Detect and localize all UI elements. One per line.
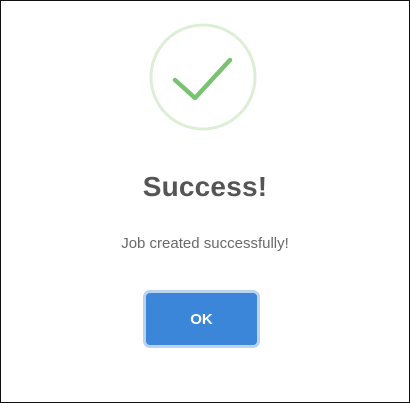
dialog-message: Job created successfully! xyxy=(121,235,289,252)
success-icon-ring xyxy=(149,23,257,131)
ok-button[interactable]: OK xyxy=(146,293,257,345)
dialog-frame: Success! Job created successfully! OK xyxy=(0,0,410,403)
checkmark-success-icon xyxy=(149,23,257,131)
success-dialog: Success! Job created successfully! OK xyxy=(1,1,409,402)
dialog-title: Success! xyxy=(142,171,268,202)
